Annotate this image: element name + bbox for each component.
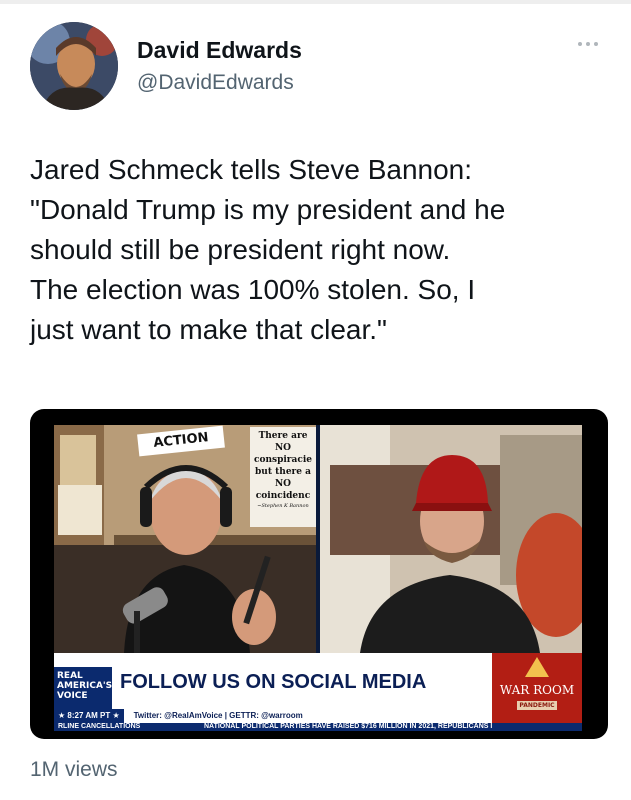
lower-third-title: FOLLOW US ON SOCIAL MEDIA bbox=[112, 667, 492, 697]
tweet-text-line: "Donald Trump is my president and he bbox=[30, 194, 506, 225]
warroom-emblem-icon bbox=[525, 657, 549, 677]
author-handle[interactable]: @DavidEdwards bbox=[137, 71, 294, 95]
top-divider bbox=[0, 0, 631, 4]
video-panel-host: ACTION There are NO conspiracie but ther… bbox=[54, 425, 316, 653]
sign-credit: ~Stephen K Bannon bbox=[257, 503, 309, 509]
logo-line: AMERICA'S bbox=[57, 681, 113, 691]
sign-line: coincidenc bbox=[255, 491, 311, 501]
more-dots-icon[interactable] bbox=[572, 36, 604, 52]
broadcast-time: ★ 8:27 AM PT ★ bbox=[54, 709, 124, 723]
tweet-text-line: just want to make that clear." bbox=[30, 314, 387, 345]
news-crawl: RLINE CANCELLATIONS NATIONAL POLITICAL PA… bbox=[54, 723, 582, 731]
crawl-right: NATIONAL POLITICAL PARTIES HAVE RAISED $… bbox=[204, 723, 493, 730]
view-count: 1M views bbox=[30, 758, 118, 781]
warroom-title: WAR ROOM bbox=[499, 683, 575, 697]
video-frame: ACTION There are NO conspiracie but ther… bbox=[54, 425, 582, 731]
crawl-left: RLINE CANCELLATIONS bbox=[58, 723, 141, 730]
news-ticker: REAL AMERICA'S VOICE FOLLOW US ON SOCIAL… bbox=[54, 653, 582, 731]
tweet-text-line: The election was 100% stolen. So, I bbox=[30, 274, 476, 305]
rav-logo: REAL AMERICA'S VOICE bbox=[54, 667, 112, 709]
sign-line: There are bbox=[258, 431, 308, 441]
conspiracy-sign: There are NO conspiracie but there a NO … bbox=[250, 427, 316, 527]
sign-line: conspiracie bbox=[253, 455, 312, 465]
tweet-text-line: Jared Schmeck tells Steve Bannon: bbox=[30, 154, 473, 185]
sign-line: but there a bbox=[255, 467, 311, 477]
tweet-text: Jared Schmeck tells Steve Bannon: "Donal… bbox=[30, 150, 610, 350]
sign-line: NO bbox=[274, 479, 292, 489]
logo-line: VOICE bbox=[57, 691, 88, 701]
video-panel-guest bbox=[320, 425, 582, 653]
warroom-logo: WAR ROOM PANDEMIC bbox=[492, 653, 582, 723]
logo-line: REAL bbox=[57, 671, 83, 681]
tweet-text-line: should still be president right now. bbox=[30, 234, 451, 265]
guest-scene-image bbox=[320, 425, 582, 653]
author-name[interactable]: David Edwards bbox=[137, 37, 302, 64]
video-media[interactable]: ACTION There are NO conspiracie but ther… bbox=[30, 409, 608, 739]
sign-line: NO bbox=[274, 443, 292, 453]
avatar-image bbox=[30, 22, 118, 110]
warroom-subtitle: PANDEMIC bbox=[517, 701, 557, 710]
social-handles: Twitter: @RealAmVoice | GETTR: @warroom bbox=[133, 711, 303, 720]
avatar[interactable] bbox=[30, 22, 118, 110]
social-line-bar: ★ 8:27 AM PT ★ Twitter: @RealAmVoice | GE… bbox=[54, 709, 492, 723]
